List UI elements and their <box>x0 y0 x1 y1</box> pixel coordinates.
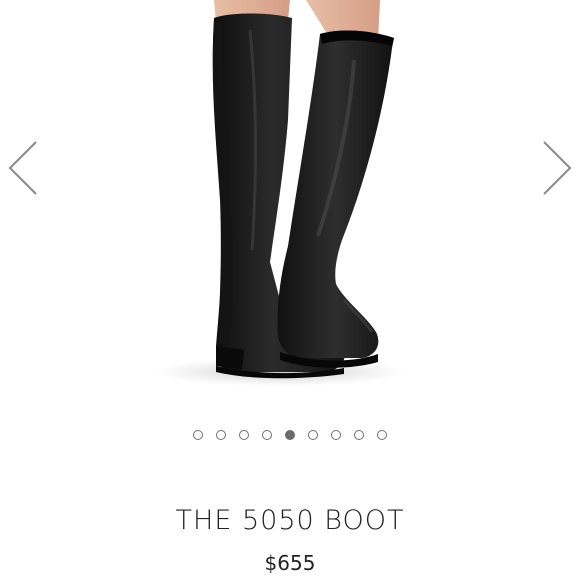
carousel-dot-7[interactable] <box>331 430 341 440</box>
right-boot <box>277 30 394 368</box>
carousel-dot-8[interactable] <box>354 430 364 440</box>
carousel-dot-5[interactable] <box>285 430 295 440</box>
carousel-pagination <box>0 430 580 446</box>
image-carousel[interactable] <box>0 0 580 410</box>
carousel-dot-1[interactable] <box>193 430 203 440</box>
carousel-dot-2[interactable] <box>216 430 226 440</box>
product-image <box>155 0 405 386</box>
carousel-dot-9[interactable] <box>377 430 387 440</box>
next-image-button[interactable] <box>536 138 576 198</box>
carousel-dot-6[interactable] <box>308 430 318 440</box>
previous-image-button[interactable] <box>4 138 44 198</box>
product-title: THE 5050 BOOT <box>175 505 405 536</box>
chevron-left-icon <box>8 141 37 195</box>
product-page: THE 5050 BOOT $655 <box>0 0 580 580</box>
product-price: $655 <box>264 551 316 575</box>
carousel-dot-3[interactable] <box>239 430 249 440</box>
chevron-right-icon <box>543 141 572 195</box>
carousel-dot-4[interactable] <box>262 430 272 440</box>
